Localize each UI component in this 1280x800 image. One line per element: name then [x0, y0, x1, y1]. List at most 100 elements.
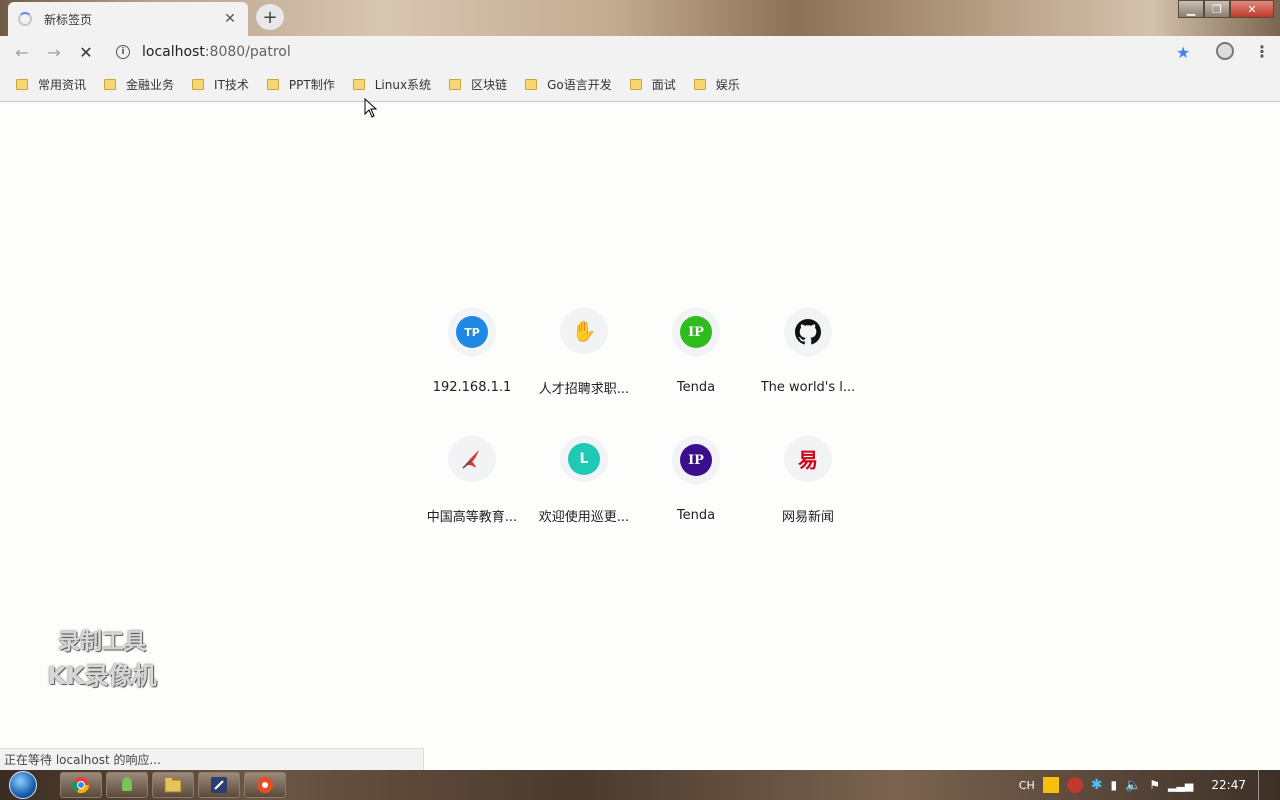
address-bar[interactable]: i localhost:8080/patrol [104, 39, 1204, 65]
tile-icon-container [784, 308, 832, 356]
tile-icon-container: 易 [784, 436, 832, 482]
tab-close-button[interactable]: ✕ [222, 11, 238, 27]
shortcut-tile[interactable]: IP Tenda [640, 432, 752, 524]
watermark-line2: KK录像机 [47, 662, 157, 690]
shortcut-label: Tenda [676, 508, 716, 523]
tray-app-icon[interactable] [1042, 777, 1059, 793]
recorder-watermark: 录制工具 KK录像机 [32, 624, 172, 691]
folder-icon [192, 79, 205, 90]
taskbar-chrome[interactable] [60, 772, 102, 798]
tile-icon-container [448, 436, 496, 482]
extension-icon[interactable] [1216, 42, 1234, 60]
browser-tab[interactable]: 新标签页 ✕ [8, 2, 248, 36]
letter-l-icon: L [568, 442, 600, 475]
tp-link-icon: TP [456, 316, 488, 348]
shortcut-label: 中国高等教育... [426, 509, 518, 524]
shortcut-label: 人才招聘求职... [538, 381, 630, 396]
shortcut-label: 192.168.1.1 [432, 380, 512, 395]
input-language[interactable]: CH [1019, 779, 1035, 792]
title-bar: 新标签页 ✕ + ▁ ❐ ✕ [0, 0, 1280, 36]
folder-icon [266, 79, 279, 90]
shortcut-label: Tenda [676, 380, 716, 395]
show-desktop-button[interactable] [1258, 770, 1268, 800]
maximize-button[interactable]: ❐ [1204, 0, 1230, 18]
bookmark-folder[interactable]: PPT制作 [266, 76, 335, 93]
shortcut-tile[interactable]: L 欢迎使用巡更... [528, 432, 640, 524]
tile-icon-container: ✋ [560, 308, 608, 354]
taskbar-explorer[interactable] [152, 772, 194, 798]
shortcut-tile[interactable]: The world's l... [752, 304, 864, 396]
bookmark-folder[interactable]: 区块链 [449, 76, 507, 93]
taskbar-editor[interactable] [198, 772, 240, 798]
window-controls: ▁ ❐ ✕ [1178, 0, 1274, 18]
close-window-button[interactable]: ✕ [1230, 0, 1274, 18]
stop-loading-button[interactable]: ✕ [70, 36, 102, 68]
bookmark-folder[interactable]: 常用资讯 [16, 76, 86, 93]
start-button[interactable] [0, 770, 46, 800]
shortcut-tile[interactable]: ✋ 人才招聘求职... [528, 304, 640, 396]
folder-icon [352, 79, 365, 90]
chsi-icon [462, 449, 479, 469]
bookmark-folder[interactable]: IT技术 [192, 76, 249, 93]
windows-orb-icon [9, 771, 37, 799]
volume-icon[interactable]: 🔈 [1125, 778, 1141, 793]
hand-icon: ✋ [571, 318, 597, 343]
forward-button[interactable]: → [38, 36, 70, 68]
watermark-line1: 录制工具 [57, 630, 146, 655]
folder-icon [693, 79, 706, 90]
tray-bluetooth-icon[interactable]: ✱ [1091, 777, 1103, 793]
network-error-icon[interactable]: ⚑ [1149, 778, 1160, 792]
recorder-icon [257, 777, 273, 793]
url-text[interactable]: localhost:8080/patrol [142, 44, 291, 60]
tile-icon-container: TP [448, 308, 496, 356]
shortcut-label: 网易新闻 [781, 509, 834, 524]
loading-spinner-icon [18, 12, 32, 26]
bookmark-folder[interactable]: 金融业务 [104, 76, 174, 93]
taskbar-recorder[interactable] [244, 772, 286, 798]
status-bar: 正在等待 localhost 的响应... [0, 748, 424, 770]
bookmark-folder[interactable]: Go语言开发 [525, 76, 612, 93]
folder-icon [449, 79, 462, 90]
shortcut-tile[interactable]: 易 网易新闻 [752, 432, 864, 524]
bookmark-folder[interactable]: 面试 [629, 76, 676, 93]
taskbar-clock[interactable]: 22:47 [1211, 778, 1246, 792]
android-icon [122, 777, 132, 791]
menu-icon[interactable]: ⋮ [1254, 42, 1270, 61]
taskbar: CH ✱ ▮ 🔈 ⚑ ▂▃▅ 22:47 [0, 770, 1280, 800]
tile-icon-container: IP [672, 308, 720, 356]
folder-icon [16, 79, 28, 90]
mouse-cursor-icon [364, 98, 378, 118]
ip-icon: IP [680, 444, 712, 476]
netease-icon: 易 [798, 448, 818, 473]
shortcut-tile[interactable]: TP 192.168.1.1 [416, 304, 528, 396]
signal-icon[interactable]: ▂▃▅ [1168, 779, 1193, 792]
bookmark-star-icon[interactable]: ★ [1176, 43, 1190, 62]
battery-icon[interactable]: ▮ [1110, 778, 1117, 792]
file-explorer-icon [164, 778, 182, 793]
github-icon [795, 319, 821, 345]
shortcut-label: The world's l... [760, 380, 856, 395]
bookmark-folder[interactable]: 娱乐 [693, 76, 740, 93]
system-tray: CH ✱ ▮ 🔈 ⚑ ▂▃▅ 22:47 [1011, 770, 1280, 800]
back-button[interactable]: ← [6, 36, 38, 68]
bookmark-folder[interactable]: Linux系统 [352, 76, 431, 93]
shortcut-tile[interactable]: IP Tenda [640, 304, 752, 396]
taskbar-android-studio[interactable] [106, 772, 148, 798]
folder-icon [104, 79, 117, 90]
folder-icon [629, 79, 642, 90]
shortcut-tile[interactable]: 中国高等教育... [416, 432, 528, 524]
minimize-button[interactable]: ▁ [1178, 0, 1204, 18]
editor-icon [211, 777, 227, 793]
bookmarks-bar: 常用资讯 金融业务 IT技术 PPT制作 Linux系统 区块链 Go语言开发 … [0, 68, 1280, 102]
browser-toolbar: ← → ✕ i localhost:8080/patrol [0, 36, 1280, 68]
folder-icon [525, 79, 538, 90]
tile-icon-container: IP [672, 436, 720, 484]
site-info-icon[interactable]: i [116, 45, 130, 59]
shortcut-label: 欢迎使用巡更... [538, 509, 630, 524]
chrome-icon [72, 777, 90, 794]
most-visited-grid: TP 192.168.1.1 ✋ 人才招聘求职... IP Tenda The … [416, 304, 864, 524]
new-tab-button[interactable]: + [256, 4, 284, 30]
ip-icon: IP [680, 316, 712, 348]
tile-icon-container: L [560, 436, 608, 482]
tray-security-icon[interactable] [1066, 777, 1083, 793]
